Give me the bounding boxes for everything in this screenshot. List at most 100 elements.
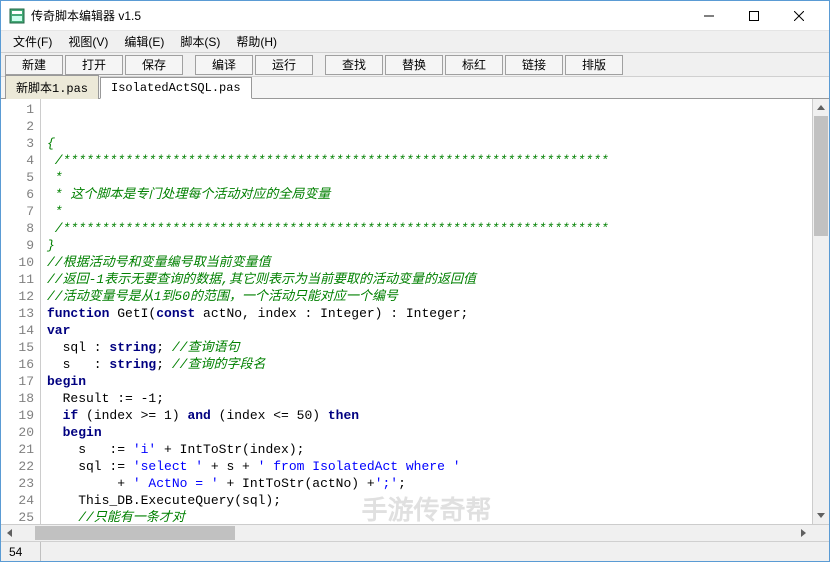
toolbar-button[interactable]: 查找 xyxy=(325,55,383,75)
horizontal-scroll-thumb[interactable] xyxy=(35,526,235,540)
scroll-left-button[interactable] xyxy=(1,525,18,541)
line-number: 14 xyxy=(1,322,34,339)
code-token xyxy=(47,407,63,424)
code-line[interactable]: //只能有一条才对 xyxy=(47,509,806,524)
toolbar-button[interactable]: 排版 xyxy=(565,55,623,75)
code-token: 'select ' xyxy=(133,458,203,475)
code-token: /***************************************… xyxy=(47,152,609,169)
line-number: 24 xyxy=(1,492,34,509)
toolbar-button[interactable]: 编译 xyxy=(195,55,253,75)
line-number: 19 xyxy=(1,407,34,424)
code-token: sql := xyxy=(47,458,133,475)
line-number: 1 xyxy=(1,101,34,118)
code-line[interactable]: //根据活动号和变量编号取当前变量值 xyxy=(47,254,806,271)
code-token: { xyxy=(47,135,55,152)
close-button[interactable] xyxy=(776,1,821,30)
horizontal-scrollbar[interactable] xyxy=(1,524,829,541)
menu-item[interactable]: 视图(V) xyxy=(60,31,116,52)
code-line[interactable]: sql : string; //查询语句 xyxy=(47,339,806,356)
toolbar-button[interactable]: 运行 xyxy=(255,55,313,75)
editor-tab[interactable]: IsolatedActSQL.pas xyxy=(100,77,252,99)
toolbar-button[interactable]: 新建 xyxy=(5,55,63,75)
maximize-button[interactable] xyxy=(731,1,776,30)
code-token xyxy=(47,509,78,524)
code-token: ';' xyxy=(375,475,398,492)
code-token: * xyxy=(47,169,63,186)
scroll-right-button[interactable] xyxy=(795,525,812,541)
menu-item[interactable]: 编辑(E) xyxy=(116,31,172,52)
code-token: } xyxy=(47,237,55,254)
menu-item[interactable]: 帮助(H) xyxy=(228,31,285,52)
code-content[interactable]: { /*************************************… xyxy=(41,99,812,524)
code-token: + s + xyxy=(203,458,258,475)
line-number: 9 xyxy=(1,237,34,254)
code-editor[interactable]: 1234567891011121314151617181920212223242… xyxy=(1,99,829,524)
toolbar-button[interactable]: 替换 xyxy=(385,55,443,75)
code-line[interactable]: //返回-1表示无要查询的数据,其它则表示为当前要取的活动变量的返回值 xyxy=(47,271,806,288)
editor-tab[interactable]: 新脚本1.pas xyxy=(5,75,99,99)
code-line[interactable]: s : string; //查询的字段名 xyxy=(47,356,806,373)
code-line[interactable]: //活动变量号是从1到50的范围，一个活动只能对应一个编号 xyxy=(47,288,806,305)
menu-item[interactable]: 文件(F) xyxy=(5,31,60,52)
statusbar: 54 xyxy=(1,541,829,561)
code-token: actNo, index : Integer) : Integer; xyxy=(195,305,468,322)
code-token: * xyxy=(47,203,63,220)
code-line[interactable]: This_DB.ExecuteQuery(sql); xyxy=(47,492,806,509)
code-line[interactable]: /***************************************… xyxy=(47,220,806,237)
line-number: 2 xyxy=(1,118,34,135)
line-number: 10 xyxy=(1,254,34,271)
code-token: begin xyxy=(63,424,102,441)
menubar: 文件(F)视图(V)编辑(E)脚本(S)帮助(H) xyxy=(1,31,829,53)
scroll-up-button[interactable] xyxy=(813,99,829,116)
window-controls xyxy=(686,1,821,30)
code-line[interactable]: begin xyxy=(47,373,806,390)
code-token: (index >= 1) xyxy=(78,407,187,424)
line-number: 11 xyxy=(1,271,34,288)
line-number: 16 xyxy=(1,356,34,373)
code-token: ; xyxy=(398,475,406,492)
code-token: //根据活动号和变量编号取当前变量值 xyxy=(47,254,271,271)
code-token: GetI( xyxy=(109,305,156,322)
menu-item[interactable]: 脚本(S) xyxy=(172,31,228,52)
code-token: ' ActNo = ' xyxy=(133,475,219,492)
code-line[interactable]: var xyxy=(47,322,806,339)
line-number: 17 xyxy=(1,373,34,390)
code-line[interactable]: + ' ActNo = ' + IntToStr(actNo) +';'; xyxy=(47,475,806,492)
code-line[interactable]: * 这个脚本是专门处理每个活动对应的全局变量 xyxy=(47,186,806,203)
line-number: 23 xyxy=(1,475,34,492)
code-token: /***************************************… xyxy=(47,220,609,237)
line-number: 3 xyxy=(1,135,34,152)
code-line[interactable]: function GetI(const actNo, index : Integ… xyxy=(47,305,806,322)
code-line[interactable]: { xyxy=(47,135,806,152)
app-icon xyxy=(9,8,25,24)
line-number: 6 xyxy=(1,186,34,203)
scroll-corner xyxy=(812,525,829,541)
toolbar-button[interactable]: 保存 xyxy=(125,55,183,75)
line-number: 22 xyxy=(1,458,34,475)
code-token: ' from IsolatedAct where ' xyxy=(258,458,461,475)
code-line[interactable]: * xyxy=(47,203,806,220)
code-line[interactable]: if (index >= 1) and (index <= 50) then xyxy=(47,407,806,424)
vertical-scrollbar[interactable] xyxy=(812,99,829,524)
scroll-down-button[interactable] xyxy=(813,507,829,524)
toolbar-button[interactable]: 链接 xyxy=(505,55,563,75)
vertical-scroll-thumb[interactable] xyxy=(814,116,828,236)
line-number: 20 xyxy=(1,424,34,441)
code-line[interactable]: * xyxy=(47,169,806,186)
titlebar: 传奇脚本编辑器 v1.5 xyxy=(1,1,829,31)
code-line[interactable]: } xyxy=(47,237,806,254)
code-token: (index <= 50) xyxy=(211,407,328,424)
code-line[interactable]: /***************************************… xyxy=(47,152,806,169)
line-number: 7 xyxy=(1,203,34,220)
hscroll-track[interactable] xyxy=(18,525,795,541)
toolbar-button[interactable]: 标红 xyxy=(445,55,503,75)
code-token: ; xyxy=(156,356,172,373)
toolbar-button[interactable]: 打开 xyxy=(65,55,123,75)
code-token: s := xyxy=(47,441,133,458)
code-line[interactable]: begin xyxy=(47,424,806,441)
minimize-button[interactable] xyxy=(686,1,731,30)
code-line[interactable]: Result := -1; xyxy=(47,390,806,407)
code-line[interactable]: sql := 'select ' + s + ' from IsolatedAc… xyxy=(47,458,806,475)
code-line[interactable]: s := 'i' + IntToStr(index); xyxy=(47,441,806,458)
code-token: begin xyxy=(47,373,86,390)
